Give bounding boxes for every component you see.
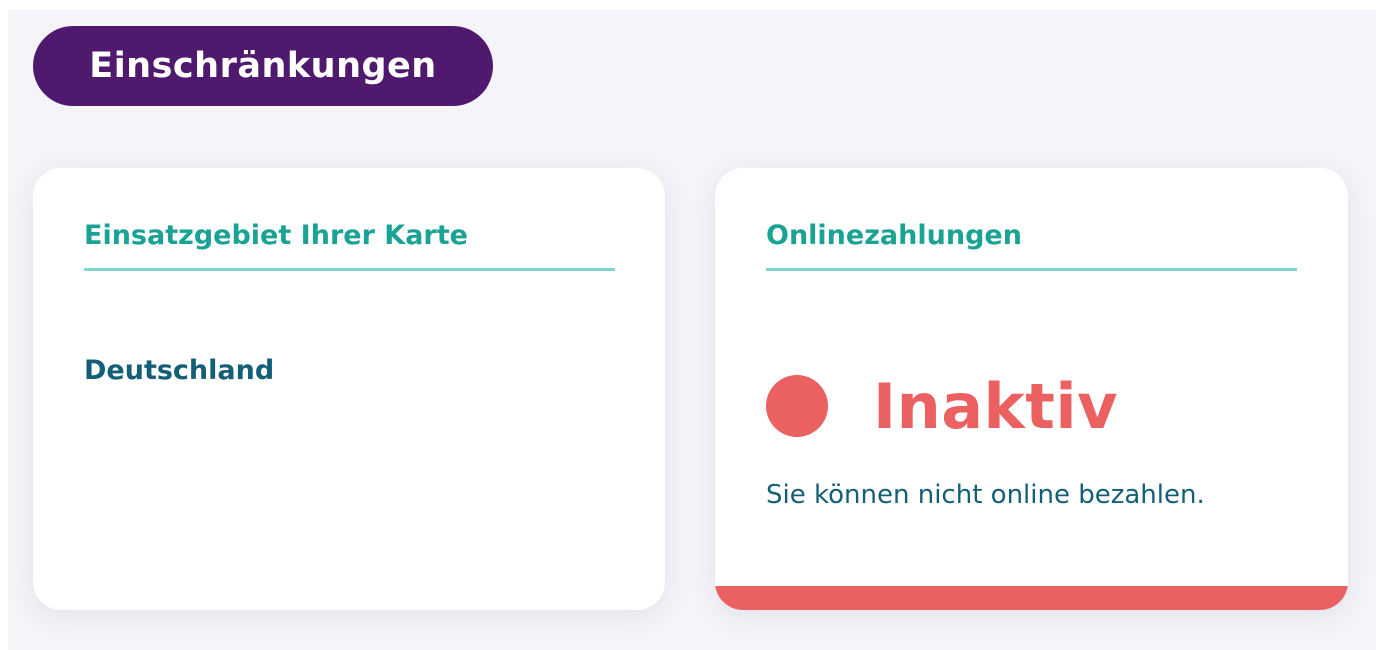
status-dot-icon bbox=[766, 375, 828, 437]
section-title: Einschränkungen bbox=[89, 46, 437, 86]
status-bar bbox=[715, 586, 1348, 610]
card-online-payments-divider bbox=[766, 268, 1297, 271]
card-region-value: Deutschland bbox=[84, 355, 275, 386]
status-description: Sie können nicht online bezahlen. bbox=[766, 480, 1205, 510]
card-online-payments-title: Onlinezahlungen bbox=[766, 220, 1022, 251]
card-region-divider bbox=[84, 268, 615, 271]
card-region-title: Einsatzgebiet Ihrer Karte bbox=[84, 220, 468, 251]
card-online-payments: Onlinezahlungen Inaktiv Sie können nicht… bbox=[715, 168, 1348, 610]
card-region: Einsatzgebiet Ihrer Karte Deutschland bbox=[33, 168, 665, 610]
status-row: Inaktiv bbox=[766, 366, 1118, 446]
status-label: Inaktiv bbox=[873, 369, 1119, 443]
restrictions-panel: Einschränkungen Einsatzgebiet Ihrer Kart… bbox=[8, 10, 1376, 650]
section-title-pill: Einschränkungen bbox=[33, 26, 493, 106]
